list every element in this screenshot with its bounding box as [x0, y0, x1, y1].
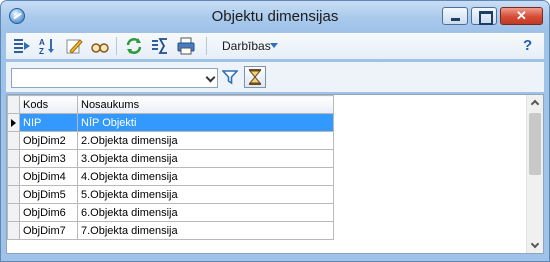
minimize-button[interactable] [442, 7, 468, 25]
cell-kods[interactable]: ObjDim5 [19, 185, 78, 204]
edit-icon[interactable] [64, 36, 84, 56]
scroll-up-icon[interactable] [530, 99, 540, 109]
row-indicator [7, 149, 20, 168]
cell-nosaukums[interactable]: 5.Objekta dimensija [77, 185, 334, 204]
app-window: Objektu dimensijas ✕ A Z Darbības ? Kods… [0, 0, 550, 262]
cell-kods[interactable]: ObjDim6 [19, 203, 78, 222]
cell-nosaukums[interactable]: 6.Objekta dimensija [77, 203, 334, 222]
toolbar: A Z Darbības ? [6, 33, 544, 59]
title-bar[interactable]: Objektu dimensijas ✕ [1, 1, 549, 31]
svg-text:A: A [39, 38, 45, 47]
sort-icon[interactable]: A Z [38, 36, 58, 56]
cell-kods[interactable]: ObjDim3 [19, 149, 78, 168]
scroll-thumb[interactable] [529, 113, 541, 175]
table-row[interactable]: ObjDim6 6.Objekta dimensija [7, 203, 334, 222]
column-header-kods[interactable]: Kods [19, 95, 78, 114]
hourglass-icon [248, 69, 262, 85]
cell-nosaukums[interactable]: 7.Objekta dimensija [77, 221, 334, 240]
help-icon[interactable]: ? [523, 37, 532, 54]
toolbar-separator [206, 37, 207, 55]
row-indicator [7, 185, 20, 204]
grid-table: Kods Nosaukums NIP NĪP Objekti ObjDim2 2… [7, 95, 334, 240]
row-indicator [7, 203, 20, 222]
maximize-button[interactable] [471, 7, 497, 25]
cell-kods[interactable]: NIP [19, 113, 78, 132]
table-row[interactable]: ObjDim3 3.Objekta dimensija [7, 149, 334, 168]
filter-combo[interactable] [11, 68, 218, 88]
data-grid: Kods Nosaukums NIP NĪP Objekti ObjDim2 2… [6, 94, 544, 254]
table-row[interactable]: ObjDim5 5.Objekta dimensija [7, 185, 334, 204]
actions-menu[interactable]: Darbības [222, 39, 271, 53]
cell-nosaukums[interactable]: NĪP Objekti [77, 113, 334, 132]
view-icon[interactable] [90, 36, 110, 56]
row-indicator [7, 167, 20, 186]
toolbar-separator [116, 37, 117, 55]
header-row: Kods Nosaukums [7, 95, 334, 114]
svg-text:Z: Z [39, 47, 44, 56]
hourglass-button[interactable] [244, 66, 266, 88]
column-header-nosaukums[interactable]: Nosaukums [77, 95, 334, 114]
row-indicator [7, 113, 20, 132]
cell-kods[interactable]: ObjDim7 [19, 221, 78, 240]
cell-nosaukums[interactable]: 4.Objekta dimensija [77, 167, 334, 186]
add-record-icon[interactable] [12, 36, 32, 56]
print-icon[interactable] [176, 36, 196, 56]
filter-bar [6, 62, 544, 92]
close-icon: ✕ [516, 8, 527, 23]
row-indicator [7, 131, 20, 150]
cell-kods[interactable]: ObjDim4 [19, 167, 78, 186]
table-row[interactable]: ObjDim2 2.Objekta dimensija [7, 131, 334, 150]
row-indicator-header [7, 95, 20, 114]
table-row[interactable]: ObjDim4 4.Objekta dimensija [7, 167, 334, 186]
chevron-down-icon[interactable] [205, 72, 216, 83]
cell-nosaukums[interactable]: 3.Objekta dimensija [77, 149, 334, 168]
filter-icon[interactable] [221, 69, 239, 85]
cell-nosaukums[interactable]: 2.Objekta dimensija [77, 131, 334, 150]
cell-kods[interactable]: ObjDim2 [19, 131, 78, 150]
vertical-scrollbar[interactable] [526, 95, 543, 253]
table-row[interactable]: ObjDim7 7.Objekta dimensija [7, 221, 334, 240]
sum-icon[interactable] [150, 36, 170, 56]
chevron-down-icon[interactable] [270, 43, 278, 48]
scroll-down-icon[interactable] [530, 239, 540, 249]
close-button[interactable]: ✕ [500, 7, 543, 25]
row-indicator [7, 221, 20, 240]
refresh-icon[interactable] [124, 36, 144, 56]
current-row-icon [11, 118, 16, 127]
table-row[interactable]: NIP NĪP Objekti [7, 113, 334, 132]
